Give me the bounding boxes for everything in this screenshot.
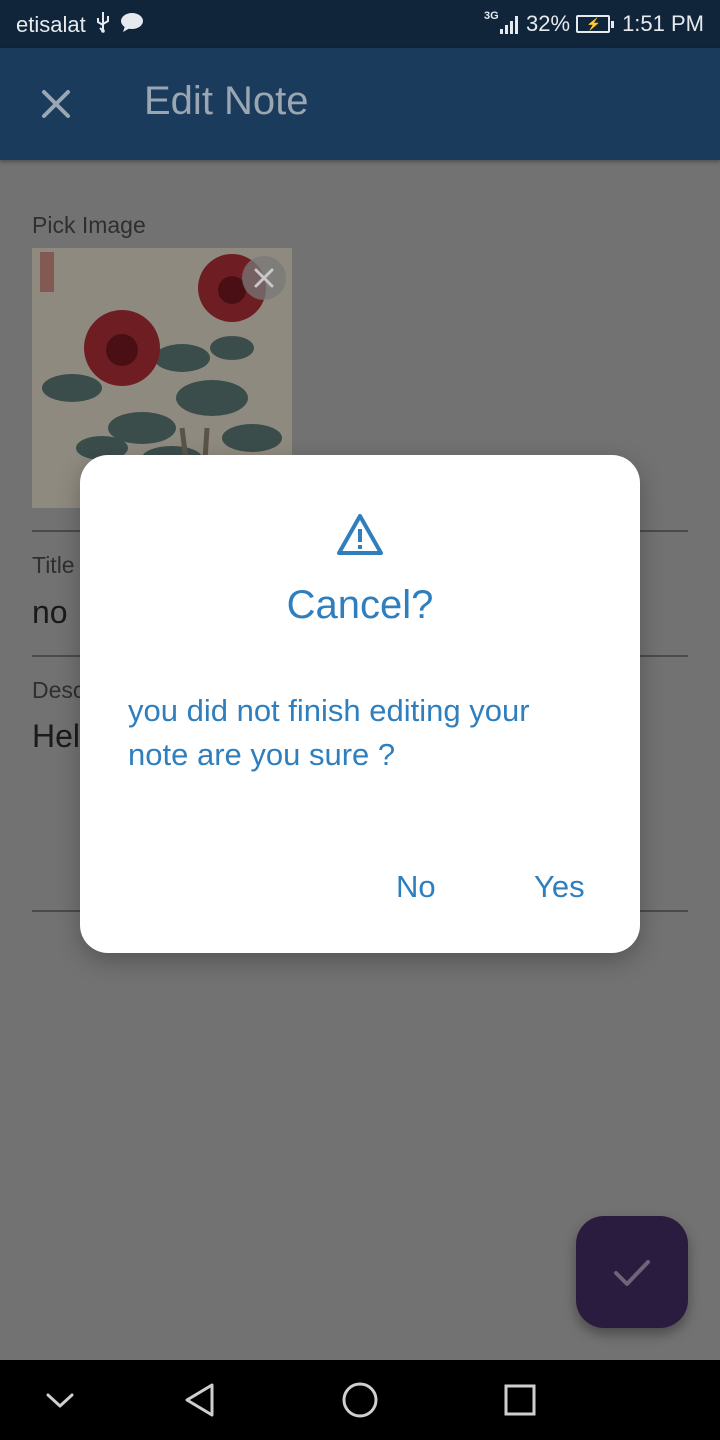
page-title: Edit Note: [144, 79, 309, 123]
dialog-title: Cancel?: [286, 583, 434, 627]
system-nav-bar: [0, 1360, 720, 1440]
recents-icon[interactable]: [500, 1380, 540, 1420]
yes-button[interactable]: Yes: [534, 869, 585, 905]
carrier-label: etisalat: [16, 12, 86, 37]
clock: 1:51 PM: [622, 11, 704, 36]
dialog-message: you did not finish editing your note are…: [128, 693, 530, 772]
status-right: 3G 32% ⚡ 1:51 PM: [484, 10, 704, 37]
back-icon[interactable]: [180, 1380, 220, 1420]
signal-icon: 3G: [484, 10, 519, 34]
save-fab-button[interactable]: [576, 1216, 688, 1328]
battery-percent: 32%: [526, 11, 571, 36]
description-input[interactable]: Hel: [32, 718, 80, 755]
check-icon: [614, 1260, 650, 1286]
remove-image-button[interactable]: [242, 256, 286, 300]
description-label: Desc: [32, 677, 85, 703]
pick-image-label: Pick Image: [32, 212, 146, 238]
title-label: Title: [32, 552, 75, 578]
chevron-down-icon[interactable]: [40, 1380, 80, 1420]
app-bar: Edit Note: [0, 48, 720, 160]
home-icon[interactable]: [340, 1380, 380, 1420]
warning-icon: [336, 511, 384, 559]
network-type-label: 3G: [484, 10, 499, 22]
message-icon: [120, 11, 144, 39]
usb-icon: [94, 11, 112, 39]
cancel-dialog: Cancel? you did not finish editing your …: [80, 455, 640, 953]
close-icon[interactable]: [36, 84, 76, 124]
no-button[interactable]: No: [396, 869, 436, 905]
status-left: etisalat: [16, 11, 144, 39]
battery-charging-icon: ⚡: [576, 15, 615, 33]
title-input[interactable]: no: [32, 594, 68, 631]
status-bar: etisalat 3G 32% ⚡ 1:51 PM: [0, 0, 720, 48]
